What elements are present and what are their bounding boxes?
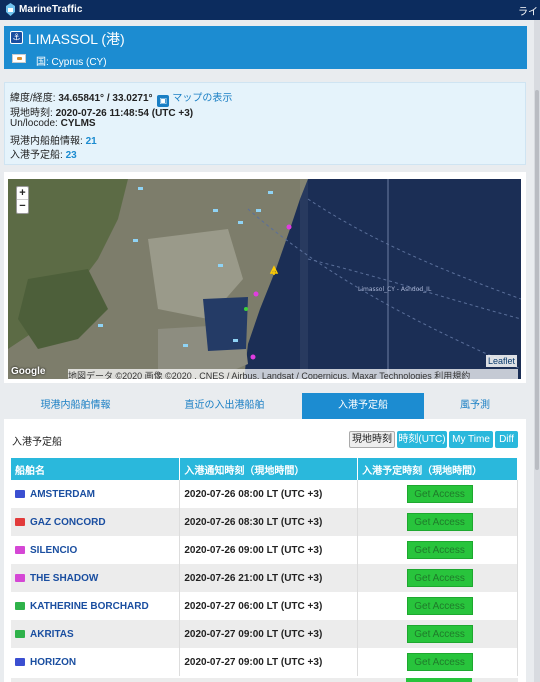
expected-row: 入港予定船: 23: [10, 146, 77, 161]
notified-time-cell: 2020-07-26 08:00 LT (UTC +3): [179, 480, 359, 508]
column-vessel-name[interactable]: 船舶名: [11, 458, 181, 480]
eta-cell: Get Access: [357, 508, 518, 536]
tab-wind-forecast[interactable]: 風予測: [424, 393, 526, 419]
get-access-button[interactable]: Get Access: [406, 541, 473, 559]
vessel-cell: HORIZON: [11, 648, 181, 676]
expected-count[interactable]: 23: [66, 150, 77, 161]
get-access-button[interactable]: Get Access: [406, 597, 473, 615]
leaflet-link[interactable]: Leaflet: [486, 355, 518, 367]
unlocode-value: CYLMS: [60, 118, 96, 129]
show-map-link[interactable]: マップの表示: [172, 93, 232, 104]
vessel-name-link[interactable]: THE SHADOW: [30, 573, 98, 584]
table-row[interactable]: GAZ CONCORD 2020-07-26 08:30 LT (UTC +3) G…: [11, 508, 518, 536]
notified-time-cell: 2020-07-26 08:30 LT (UTC +3): [179, 508, 359, 536]
zoom-out-button[interactable]: −: [17, 200, 28, 213]
vessel-name-link[interactable]: AKRITAS: [30, 629, 74, 640]
top-bar: MarineTraffic ライ: [0, 0, 540, 20]
brand-name[interactable]: MarineTraffic: [19, 4, 83, 15]
vessel-cell: THE SHADOW: [11, 564, 181, 592]
vessel-cell: SILENCIO: [11, 536, 181, 564]
eta-cell: Get Access: [357, 592, 518, 620]
table-row[interactable]: HORIZON 2020-07-27 09:00 LT (UTC +3) Get A…: [11, 648, 518, 676]
column-notified-time[interactable]: 入港通知時刻（現地時間）: [179, 458, 359, 480]
in-port-row: 現港内船舶情報: 21: [10, 132, 97, 147]
vessel-name-link[interactable]: HORIZON: [30, 657, 76, 668]
vessel-name-link[interactable]: AMSTERDAM: [30, 489, 95, 500]
tab-recent-arrivals[interactable]: 直近の入出港船舶: [147, 393, 302, 419]
map-imagery: Limassol_CY - Ashdod_IL: [8, 179, 521, 379]
vessel-type-icon: [15, 573, 25, 582]
vessel-type-icon: [15, 517, 25, 526]
vessel-type-icon: [15, 629, 25, 638]
get-access-button[interactable]: Get Access: [406, 653, 473, 671]
eta-cell: Get Access: [357, 536, 518, 564]
vessel-type-icon: [15, 489, 25, 498]
port-header: ⚓ LIMASSOL (港) 国: Cyprus (CY): [4, 26, 527, 69]
expected-arrivals-table: 船舶名 入港通知時刻（現地時間） 入港予定時刻（現地時間） AMSTERDAM 2…: [11, 458, 518, 676]
table-row[interactable]: THE SHADOW 2020-07-26 21:00 LT (UTC +3) Ge…: [11, 564, 518, 592]
anchor-icon: ⚓: [10, 31, 23, 44]
tab-in-port[interactable]: 現港内船舶情報: [4, 393, 147, 419]
vessel-name-link[interactable]: GAZ CONCORD: [30, 517, 106, 528]
eta-cell: Get Access: [357, 620, 518, 648]
tab-expected-arrivals[interactable]: 入港予定船: [302, 393, 424, 419]
in-port-count[interactable]: 21: [86, 136, 97, 147]
coords-value: 34.65841° / 33.0271°: [58, 93, 153, 104]
vessel-type-icon: [15, 657, 25, 666]
table-row-partial: [11, 678, 518, 682]
route-label: Limassol_CY - Ashdod_IL: [358, 286, 432, 293]
zoom-in-button[interactable]: +: [17, 187, 28, 200]
local-time-button[interactable]: 現地時刻: [349, 431, 395, 448]
vessel-name-link[interactable]: KATHERINE BORCHARD: [30, 601, 149, 612]
table-row[interactable]: AMSTERDAM 2020-07-26 08:00 LT (UTC +3) Get…: [11, 480, 518, 508]
port-info-panel: 緯度/経度: 34.65841° / 33.0271° ▣ マップの表示 現地時刻…: [4, 82, 526, 165]
notified-time-cell: 2020-07-26 21:00 LT (UTC +3): [179, 564, 359, 592]
vessel-cell: AMSTERDAM: [11, 480, 181, 508]
notified-time-cell: 2020-07-27 09:00 LT (UTC +3): [179, 620, 359, 648]
port-country: 国: Cyprus (CY): [36, 57, 107, 68]
my-time-button[interactable]: My Time: [449, 431, 493, 448]
coords-label: 緯度/経度:: [10, 93, 56, 104]
get-access-button[interactable]: Get Access: [406, 625, 473, 643]
satellite-map[interactable]: Limassol_CY - Ashdod_IL: [8, 179, 521, 379]
scrollbar-thumb[interactable]: [535, 90, 539, 470]
marinetraffic-logo-icon[interactable]: [4, 3, 17, 17]
port-title: LIMASSOL (港): [28, 31, 125, 47]
local-time-row: 現地時刻: 2020-07-26 11:48:54 (UTC +3): [10, 104, 193, 119]
top-right-link[interactable]: ライ: [518, 3, 538, 18]
get-access-button[interactable]: Get Access: [406, 513, 473, 531]
scrollbar[interactable]: [534, 20, 540, 682]
cyprus-flag-icon: [12, 54, 26, 63]
port-tabs: 現港内船舶情報 直近の入出港船舶 入港予定船 風予測: [4, 393, 526, 419]
vessel-cell: KATHERINE BORCHARD: [11, 592, 181, 620]
unlocode-row: Un/locode: CYLMS: [10, 118, 96, 129]
zoom-control: + −: [16, 186, 29, 214]
diff-button[interactable]: Diff: [495, 431, 518, 448]
expected-label: 入港予定船:: [10, 150, 63, 161]
panel-label: 入港予定船: [12, 437, 62, 448]
eta-cell: Get Access: [357, 564, 518, 592]
vessel-type-icon: [15, 601, 25, 610]
google-logo[interactable]: Google: [11, 366, 45, 377]
eta-cell: Get Access: [357, 648, 518, 676]
notified-time-cell: 2020-07-27 06:00 LT (UTC +3): [179, 592, 359, 620]
eta-cell: Get Access: [357, 480, 518, 508]
column-eta[interactable]: 入港予定時刻（現地時間）: [357, 458, 518, 480]
notified-time-cell: 2020-07-26 09:00 LT (UTC +3): [179, 536, 359, 564]
table-row[interactable]: SILENCIO 2020-07-26 09:00 LT (UTC +3) Get …: [11, 536, 518, 564]
vessel-name-link[interactable]: SILENCIO: [30, 545, 77, 556]
table-row[interactable]: AKRITAS 2020-07-27 09:00 LT (UTC +3) Get A…: [11, 620, 518, 648]
vessel-cell: AKRITAS: [11, 620, 181, 648]
get-access-button[interactable]: Get Access: [406, 485, 473, 503]
table-row[interactable]: KATHERINE BORCHARD 2020-07-27 06:00 LT (U…: [11, 592, 518, 620]
get-access-button[interactable]: Get Access: [406, 569, 473, 587]
unlocode-label: Un/locode:: [10, 118, 58, 129]
notified-time-cell: 2020-07-27 09:00 LT (UTC +3): [179, 648, 359, 676]
utc-time-button[interactable]: 時刻(UTC): [397, 431, 447, 448]
map-attribution[interactable]: 地図データ ©2020 画像 ©2020 , CNES / Airbus, La…: [68, 369, 518, 379]
vessel-type-icon: [15, 545, 25, 554]
vessel-cell: GAZ CONCORD: [11, 508, 181, 536]
